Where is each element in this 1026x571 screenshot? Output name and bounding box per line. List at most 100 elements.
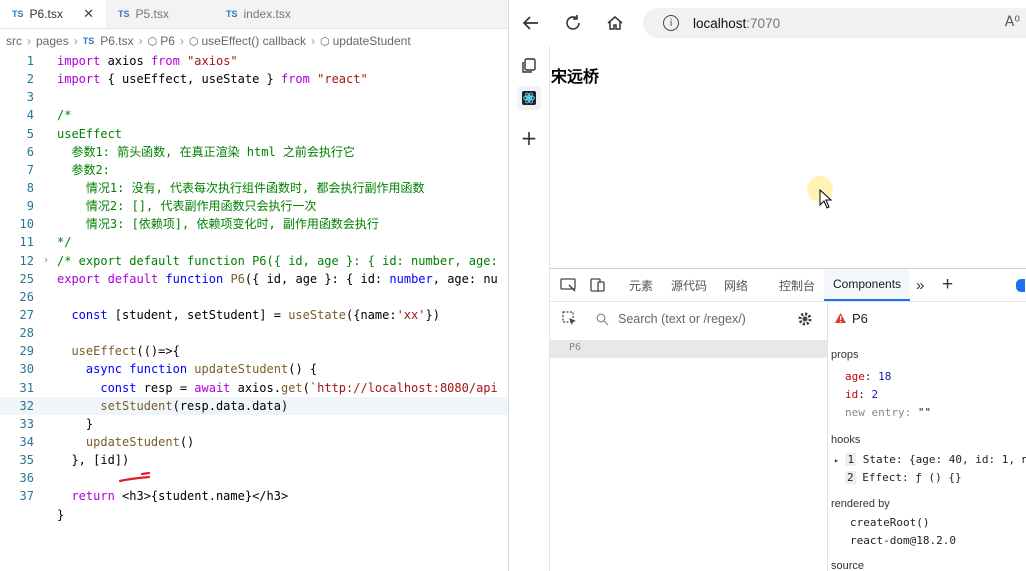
tab-label: index.tsx bbox=[243, 7, 291, 21]
home-button[interactable] bbox=[603, 11, 627, 35]
new-tab-button[interactable]: + bbox=[517, 126, 541, 150]
breadcrumb-item[interactable]: src bbox=[6, 34, 22, 48]
code-text: } bbox=[57, 507, 65, 522]
breadcrumb-item[interactable]: P6 bbox=[160, 34, 175, 48]
hook-state[interactable]: ▸ 1 State: {age: 40, id: 1, na bbox=[834, 453, 1026, 466]
code-text: setStudent(resp.data.data) bbox=[100, 398, 289, 413]
devtools-tab-sources[interactable]: 源代码 bbox=[671, 269, 707, 301]
code-line[interactable]: 8 情况1: 没有, 代表每次执行组件函数时, 都会执行副作用函数 bbox=[0, 179, 508, 197]
code-line[interactable]: 25 export default function P6({ id, age }… bbox=[0, 270, 508, 288]
code-line[interactable]: 35 }, [id]) bbox=[0, 451, 508, 469]
code-line[interactable]: 33 } bbox=[0, 415, 508, 433]
code-line[interactable]: 5 useEffect bbox=[0, 125, 508, 143]
info-icon[interactable]: i bbox=[663, 15, 679, 31]
reload-button[interactable] bbox=[561, 11, 585, 35]
inspect-device-button[interactable] bbox=[560, 269, 578, 301]
tree-item-p6[interactable]: P6 bbox=[550, 340, 827, 358]
line-number: 7 bbox=[26, 162, 34, 177]
code-line[interactable]: 1 import axios from "axios" bbox=[0, 52, 508, 70]
code-line[interactable]: 27 const [student, setStudent] = useStat… bbox=[0, 306, 508, 324]
code-line[interactable]: 34 updateStudent() bbox=[0, 433, 508, 451]
back-button[interactable] bbox=[519, 11, 543, 35]
code-text: return <h3>{student.name}</h3> bbox=[71, 489, 289, 504]
code-line[interactable]: 29 useEffect(()=>{ bbox=[0, 342, 508, 360]
line-number: 4 bbox=[26, 108, 34, 123]
add-tool-plus-icon[interactable]: + bbox=[942, 269, 953, 301]
devtools-tab-components[interactable]: Components bbox=[824, 269, 911, 301]
line-number: 28 bbox=[19, 326, 34, 341]
tab-p6[interactable]: TS P6.tsx ✕ bbox=[0, 0, 106, 28]
code-text: 参数1: 箭头函数, 在真正渲染 html 之前会执行它 bbox=[57, 144, 355, 159]
breadcrumb-item[interactable]: pages bbox=[36, 34, 69, 48]
prop-new-entry[interactable]: new entry: "" bbox=[845, 406, 931, 419]
select-element-icon[interactable] bbox=[562, 311, 578, 327]
prop-age[interactable]: age: 18 bbox=[845, 370, 891, 383]
component-tree-panel: Search (text or /regex/) P6 bbox=[550, 302, 828, 571]
search-icon bbox=[596, 313, 609, 326]
code-line[interactable]: 28 bbox=[0, 324, 508, 342]
code-line[interactable]: 2 import { useEffect, useState } from "re… bbox=[0, 70, 508, 88]
issues-badge-icon[interactable] bbox=[1016, 269, 1025, 301]
rendered-by-item: react-dom@18.2.0 bbox=[850, 534, 956, 547]
code-text: useEffect(()=>{ bbox=[71, 344, 180, 359]
line-number: 10 bbox=[19, 217, 34, 232]
selected-component-name: P6 bbox=[852, 311, 868, 326]
prop-id[interactable]: id: 2 bbox=[845, 388, 878, 401]
code-text: }, [id]) bbox=[57, 453, 130, 468]
code-line[interactable]: 36 bbox=[0, 469, 508, 487]
code-line[interactable]: 7 参数2: bbox=[0, 161, 508, 179]
code-text: import axios from "axios" bbox=[57, 54, 238, 68]
breadcrumb-item[interactable]: P6.tsx bbox=[100, 34, 133, 48]
rendered-by-title: rendered by bbox=[831, 498, 890, 510]
code-line[interactable]: 30 async function updateStudent() { bbox=[0, 360, 508, 378]
code-line[interactable]: } bbox=[0, 506, 508, 524]
student-name-heading: 宋远桥 bbox=[551, 67, 600, 86]
code-line[interactable]: 4 /* bbox=[0, 106, 508, 124]
line-number: 36 bbox=[19, 471, 34, 486]
code-editor[interactable]: TS P6.tsx ✕ TS P5.tsx TS index.tsx src › … bbox=[0, 0, 509, 571]
fold-chevron-icon[interactable]: › bbox=[43, 252, 49, 270]
code-line[interactable]: 31 const resp = await axios.get(`http://… bbox=[0, 379, 508, 397]
hook-effect[interactable]: 2 Effect: ƒ () {} bbox=[845, 471, 962, 484]
code-line[interactable]: 26 bbox=[0, 288, 508, 306]
code-line[interactable]: 10 情况3: [依赖项], 依赖项变化时, 副作用函数会执行 bbox=[0, 215, 508, 233]
tab-p5[interactable]: TS P5.tsx bbox=[106, 0, 214, 28]
code-line[interactable]: 37 return <h3>{student.name}</h3> bbox=[0, 487, 508, 505]
devtools-tab-network[interactable]: 网络 bbox=[724, 269, 748, 301]
device-toolbar-button[interactable] bbox=[590, 269, 606, 301]
code-text: /* export default function P6({ id, age … bbox=[57, 253, 498, 268]
tabs-icon bbox=[522, 58, 536, 73]
tab-actions-button[interactable] bbox=[517, 54, 541, 78]
devtools-tab-console[interactable]: 控制台 bbox=[779, 269, 815, 301]
symbol-method-icon: ⬡ bbox=[188, 35, 199, 48]
code-line[interactable]: 32 setStudent(resp.data.data) bbox=[0, 396, 508, 415]
code-line[interactable]: 12 › /* export default function P6({ id, a… bbox=[0, 252, 508, 270]
props-section-title: props bbox=[831, 349, 859, 361]
component-search-input[interactable]: Search (text or /regex/) bbox=[618, 312, 746, 326]
address-bar[interactable]: i localhost:7070 A⁰ bbox=[643, 8, 1026, 38]
code-text: const resp = await axios.get(`http://loc… bbox=[100, 380, 498, 395]
vertical-tab-sidebar: + bbox=[509, 46, 550, 571]
code-area[interactable]: 1 import axios from "axios" 2 import { useE… bbox=[0, 52, 508, 571]
line-number: 35 bbox=[19, 453, 34, 468]
line-number: 27 bbox=[19, 307, 34, 322]
read-aloud-icon[interactable]: A⁰ bbox=[1005, 14, 1020, 30]
line-number: 5 bbox=[26, 126, 34, 141]
line-number: 34 bbox=[19, 434, 34, 449]
vertical-tab-react[interactable] bbox=[517, 86, 541, 110]
code-line[interactable]: 3 bbox=[0, 88, 508, 106]
breadcrumb: src › pages › TS P6.tsx › ⬡ P6 › ⬡ useEffect… bbox=[6, 34, 411, 48]
settings-gear-icon[interactable] bbox=[797, 311, 813, 327]
more-tabs-icon[interactable]: » bbox=[916, 269, 924, 301]
typescript-icon: TS bbox=[118, 9, 130, 19]
typescript-icon: TS bbox=[12, 9, 24, 19]
breadcrumb-item[interactable]: useEffect() callback bbox=[201, 34, 306, 48]
code-line[interactable]: 11 */ bbox=[0, 233, 508, 251]
close-icon[interactable]: ✕ bbox=[83, 6, 94, 22]
line-number: 33 bbox=[19, 416, 34, 431]
code-line[interactable]: 9 情况2: [], 代表副作用函数只会执行一次 bbox=[0, 197, 508, 215]
breadcrumb-item[interactable]: updateStudent bbox=[333, 34, 411, 48]
code-line[interactable]: 6 参数1: 箭头函数, 在真正渲染 html 之前会执行它 bbox=[0, 143, 508, 161]
devtools-tab-elements[interactable]: 元素 bbox=[629, 269, 653, 301]
tab-index[interactable]: TS index.tsx bbox=[214, 0, 303, 28]
